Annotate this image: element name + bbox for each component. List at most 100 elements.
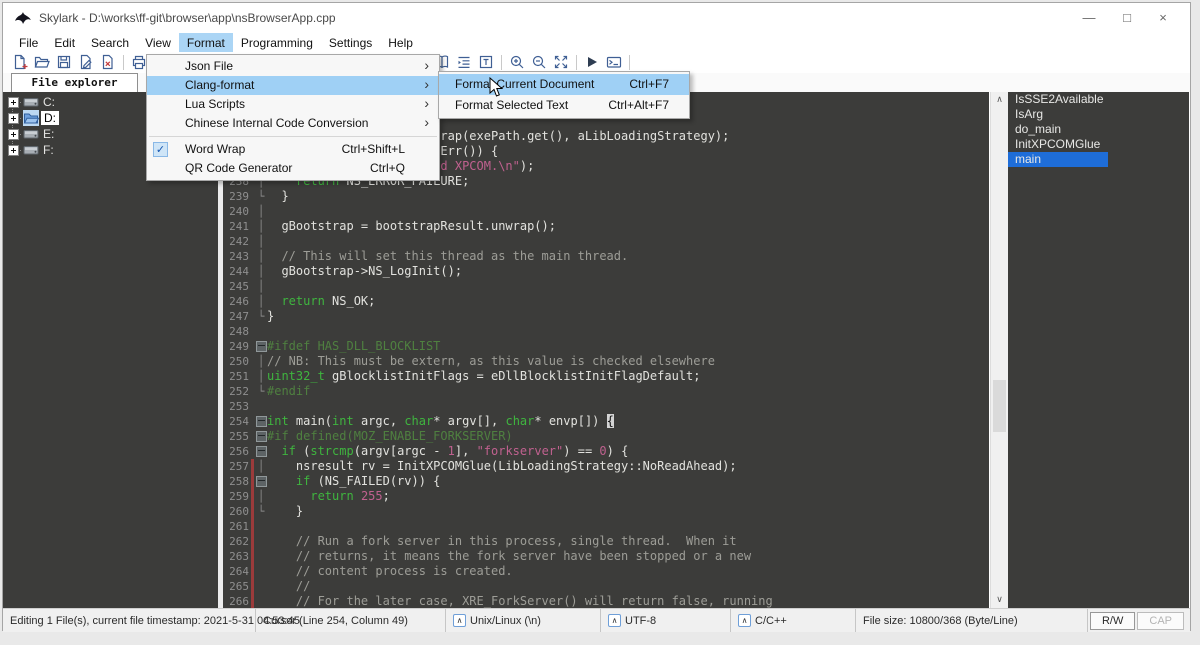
indent-icon[interactable] xyxy=(453,53,475,71)
fold-margin[interactable]: │ xyxy=(255,279,267,294)
code-line-241[interactable]: 241 │ gBootstrap = bootstrapResult.unwrap… xyxy=(223,219,989,234)
fold-margin[interactable]: │ xyxy=(255,219,267,234)
menu-programming[interactable]: Programming xyxy=(233,33,321,52)
fold-margin[interactable]: │ xyxy=(255,249,267,264)
dropdown-caret-icon[interactable]: ∧ xyxy=(738,614,751,627)
code-line-260[interactable]: 260 └ } xyxy=(223,504,989,519)
fold-margin[interactable]: │ xyxy=(255,264,267,279)
symbol-item-main[interactable]: main xyxy=(1008,152,1108,167)
fold-collapse-icon[interactable] xyxy=(255,341,267,352)
code-line-265[interactable]: 265 // xyxy=(223,579,989,594)
fit-window-icon[interactable] xyxy=(550,53,572,71)
code-line-243[interactable]: 243 │ // This will set this thread as the… xyxy=(223,249,989,264)
code-line-259[interactable]: 259 │ return 255; xyxy=(223,489,989,504)
edit-file-icon[interactable] xyxy=(75,53,97,71)
scroll-up-button[interactable]: ∧ xyxy=(991,92,1008,108)
fold-margin[interactable]: └ xyxy=(255,504,267,519)
fold-margin[interactable] xyxy=(255,414,267,429)
code-line-240[interactable]: 240 │ xyxy=(223,204,989,219)
fold-collapse-icon[interactable] xyxy=(255,416,267,427)
expand-box-icon[interactable] xyxy=(8,97,19,108)
menu-search[interactable]: Search xyxy=(83,33,137,52)
code-line-266[interactable]: 266 // For the later case, XRE_ForkServe… xyxy=(223,594,989,608)
expand-box-icon[interactable] xyxy=(8,113,19,124)
scroll-down-button[interactable]: ∨ xyxy=(991,592,1008,608)
code-line-263[interactable]: 263 // returns, it means the fork server… xyxy=(223,549,989,564)
code-line-255[interactable]: 255 #if defined(MOZ_ENABLE_FORKSERVER) xyxy=(223,429,989,444)
menu-item-chinese-internal-code-conversion[interactable]: Chinese Internal Code Conversion › xyxy=(147,114,439,133)
zoom-in-icon[interactable] xyxy=(506,53,528,71)
symbol-item-do-main[interactable]: do_main xyxy=(1008,122,1189,137)
code-line-246[interactable]: 246 │ return NS_OK; xyxy=(223,294,989,309)
fold-margin[interactable] xyxy=(255,549,267,564)
menu-item-json-file[interactable]: Json File › xyxy=(147,57,439,76)
cap-indicator[interactable]: CAP xyxy=(1137,611,1184,630)
fold-margin[interactable]: │ xyxy=(255,354,267,369)
close-button[interactable]: × xyxy=(1146,4,1180,31)
menu-item-qr-code-generator[interactable]: QR Code Generator Ctrl+Q xyxy=(147,159,439,178)
fold-margin[interactable] xyxy=(255,429,267,444)
code-line-250[interactable]: 250 │// NB: This must be extern, as this … xyxy=(223,354,989,369)
fold-margin[interactable]: │ xyxy=(255,294,267,309)
menu-item-lua-scripts[interactable]: Lua Scripts › xyxy=(147,95,439,114)
menu-item-clang-format[interactable]: Clang-format › xyxy=(147,76,439,95)
submenu-item-format-selected-text[interactable]: Format Selected Text Ctrl+Alt+F7 xyxy=(439,95,689,116)
code-line-262[interactable]: 262 // Run a fork server in this process… xyxy=(223,534,989,549)
fold-margin[interactable] xyxy=(255,564,267,579)
fold-collapse-icon[interactable] xyxy=(255,476,267,487)
code-line-251[interactable]: 251 │ uint32_t gBlocklistInitFlags = eDllB… xyxy=(223,369,989,384)
close-file-icon[interactable] xyxy=(97,53,119,71)
menu-file[interactable]: File xyxy=(11,33,46,52)
code-line-253[interactable]: 253 xyxy=(223,399,989,414)
run-icon[interactable] xyxy=(581,53,603,71)
rw-indicator[interactable]: R/W xyxy=(1089,611,1136,630)
menu-view[interactable]: View xyxy=(137,33,179,52)
menu-edit[interactable]: Edit xyxy=(46,33,83,52)
scroll-thumb[interactable] xyxy=(993,380,1006,432)
menu-item-word-wrap[interactable]: ✓ Word Wrap Ctrl+Shift+L xyxy=(147,140,439,159)
code-line-244[interactable]: 244 │ gBootstrap->NS_LogInit(); xyxy=(223,264,989,279)
fold-margin[interactable] xyxy=(255,474,267,489)
code-line-249[interactable]: 249 #ifdef HAS_DLL_BLOCKLIST xyxy=(223,339,989,354)
dropdown-caret-icon[interactable]: ∧ xyxy=(608,614,621,627)
fold-margin[interactable]: │ xyxy=(255,234,267,249)
code-line-239[interactable]: 239 └ } xyxy=(223,189,989,204)
code-line-245[interactable]: 245 │ xyxy=(223,279,989,294)
fold-margin[interactable]: │ xyxy=(255,204,267,219)
code-line-257[interactable]: 257 │ nsresult rv = InitXPCOMGlue(LibLoad… xyxy=(223,459,989,474)
code-line-252[interactable]: 252 └ #endif xyxy=(223,384,989,399)
fold-margin[interactable] xyxy=(255,594,267,608)
fold-margin[interactable] xyxy=(255,579,267,594)
fold-margin[interactable] xyxy=(255,324,267,339)
menu-help[interactable]: Help xyxy=(380,33,421,52)
terminal-icon[interactable] xyxy=(603,53,625,71)
maximize-button[interactable]: □ xyxy=(1110,4,1144,31)
menu-format[interactable]: Format xyxy=(178,33,233,52)
fold-margin[interactable]: └ xyxy=(255,309,267,324)
fold-margin[interactable]: │ xyxy=(255,369,267,384)
expand-box-icon[interactable] xyxy=(8,129,19,140)
symbol-item-issse2available[interactable]: IsSSE2Available xyxy=(1008,92,1189,107)
dropdown-caret-icon[interactable]: ∧ xyxy=(453,614,466,627)
submenu-item-format-current-document[interactable]: Format Current Document Ctrl+F7 xyxy=(439,74,689,95)
fold-margin[interactable]: └ xyxy=(255,189,267,204)
fold-margin[interactable] xyxy=(255,534,267,549)
code-line-258[interactable]: 258 if (NS_FAILED(rv)) { xyxy=(223,474,989,489)
symbol-item-initxpcomglue[interactable]: InitXPCOMGlue xyxy=(1008,137,1189,152)
code-line-261[interactable]: 261 xyxy=(223,519,989,534)
fold-collapse-icon[interactable] xyxy=(255,431,267,442)
code-line-264[interactable]: 264 // content process is created. xyxy=(223,564,989,579)
fold-margin[interactable] xyxy=(255,399,267,414)
save-file-icon[interactable] xyxy=(53,53,75,71)
new-file-icon[interactable] xyxy=(9,53,31,71)
zoom-out-icon[interactable] xyxy=(528,53,550,71)
text-format-icon[interactable] xyxy=(475,53,497,71)
editor-vertical-scrollbar[interactable]: ∧ ∨ xyxy=(990,92,1008,608)
code-line-248[interactable]: 248 xyxy=(223,324,989,339)
code-line-256[interactable]: 256 if (strcmp(argv[argc - 1], "forkserv… xyxy=(223,444,989,459)
expand-box-icon[interactable] xyxy=(8,145,19,156)
file-explorer-tab[interactable]: File explorer xyxy=(11,73,138,92)
code-line-254[interactable]: 254 int main(int argc, char* argv[], char… xyxy=(223,414,989,429)
minimize-button[interactable]: — xyxy=(1072,4,1106,31)
fold-margin[interactable]: │ xyxy=(255,459,267,474)
